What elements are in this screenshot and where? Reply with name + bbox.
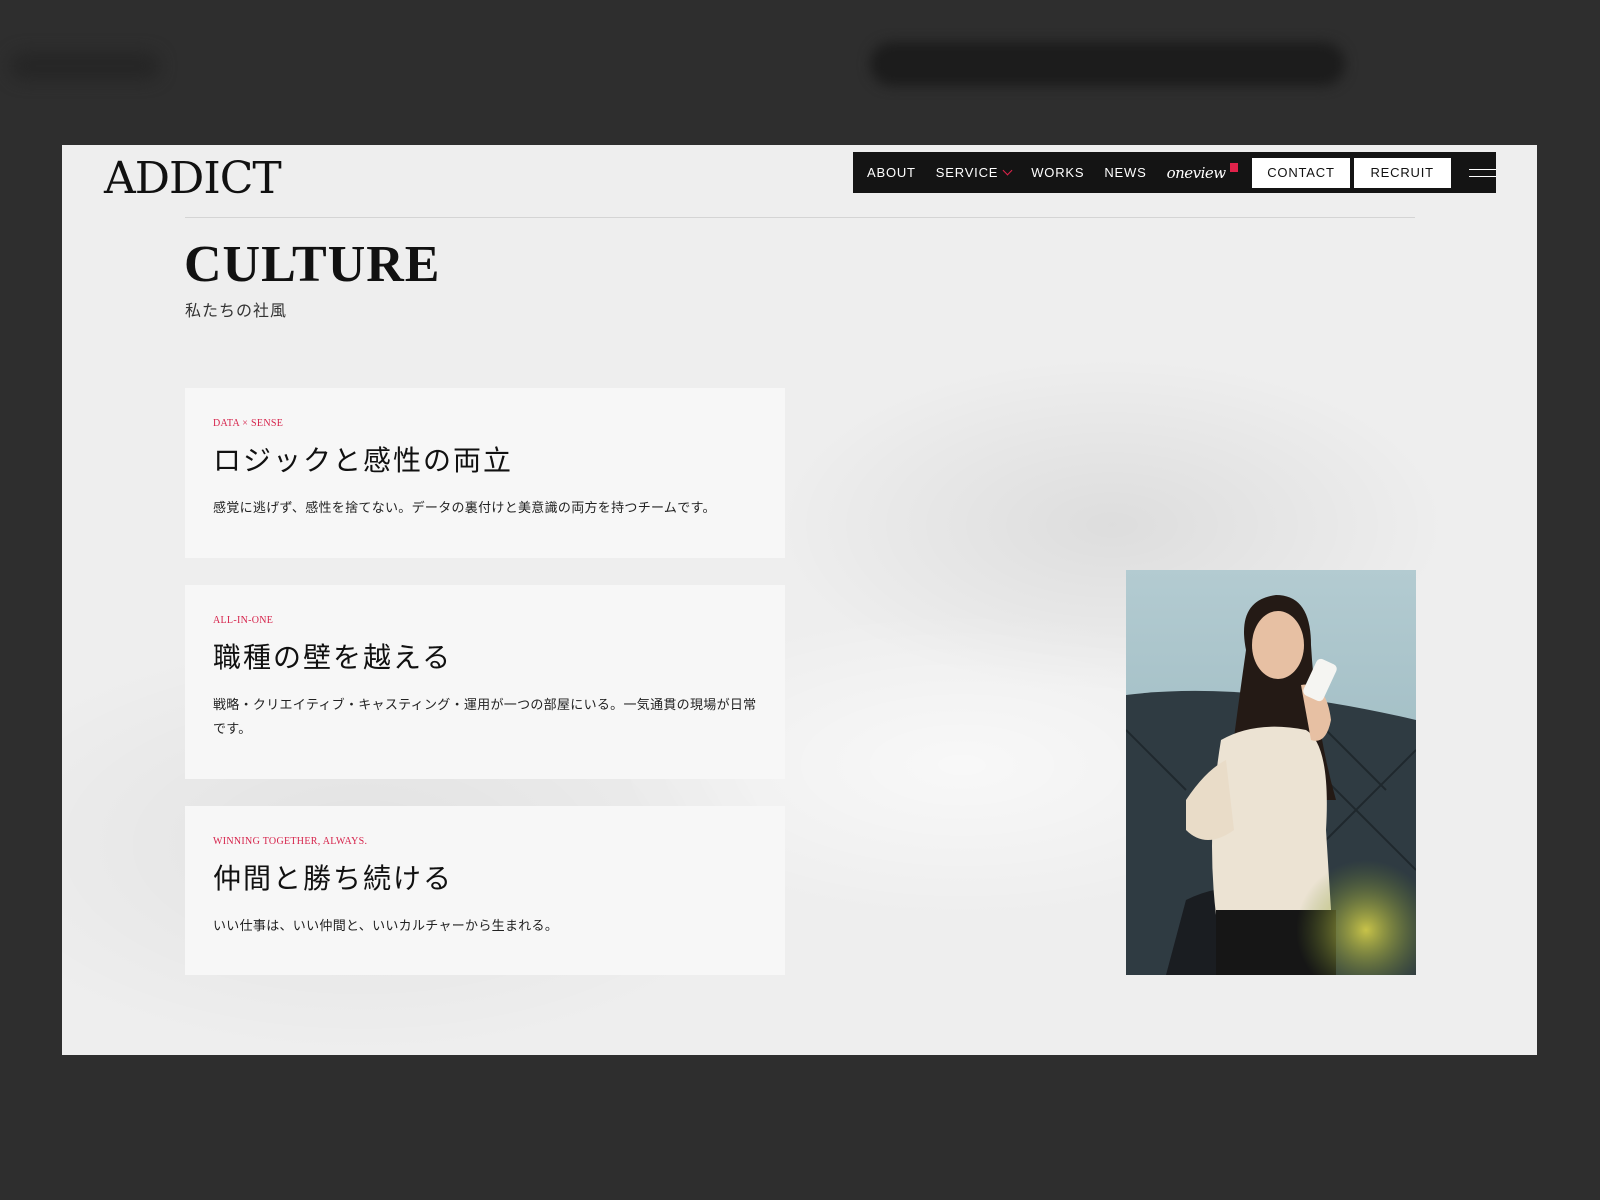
- nav-about[interactable]: ABOUT: [867, 165, 916, 180]
- nav-service[interactable]: SERVICE: [935, 165, 1013, 180]
- card-tag: DATA × SENSE: [213, 418, 284, 429]
- nav-works[interactable]: WORKS: [1031, 165, 1084, 180]
- culture-photo: [1126, 570, 1416, 975]
- card-tag: ALL-IN-ONE: [213, 615, 274, 626]
- card-heading: 職種の壁を越える: [213, 641, 453, 674]
- culture-card: DATA × SENSE ロジックと感性の両立 感覚に逃げず、感性を捨てない。デ…: [185, 388, 785, 558]
- nav-oneview[interactable]: oneview: [1167, 164, 1227, 182]
- section-subtitle: 私たちの社風: [185, 301, 288, 320]
- nav-service-label: SERVICE: [935, 165, 999, 180]
- card-heading: 仲間と勝ち続ける: [213, 862, 454, 895]
- card-body: いい仕事は、いい仲間と、いいカルチャーから生まれる。: [213, 919, 559, 934]
- nav-news[interactable]: NEWS: [1104, 165, 1146, 180]
- card-body: 感覚に逃げず、感性を捨てない。データの裏付けと美意識の両方を持つチームです。: [213, 501, 716, 516]
- site-logo[interactable]: ADDICT: [104, 153, 282, 204]
- red-square-icon: [1229, 163, 1239, 172]
- recruit-button[interactable]: RECRUIT: [1353, 157, 1451, 188]
- contact-button[interactable]: CONTACT: [1252, 157, 1350, 188]
- main-nav: ABOUT SERVICE WORKS NEWS oneview CONTACT…: [853, 152, 1496, 193]
- section-title: CULTURE: [184, 236, 441, 293]
- card-body: 戦略・クリエイティブ・キャスティング・運用が一つの部屋にいる。一気通貫の現場が日…: [213, 698, 757, 737]
- culture-card: WINNING TOGETHER, ALWAYS. 仲間と勝ち続ける いい仕事は…: [185, 806, 785, 975]
- backdrop-blur: [870, 42, 1345, 86]
- card-tag: WINNING TOGETHER, ALWAYS.: [213, 836, 368, 847]
- page-frame: ADDICT ABOUT SERVICE WORKS NEWS oneview …: [62, 145, 1537, 1055]
- photo-illustration: [1126, 570, 1416, 975]
- hamburger-menu-icon[interactable]: [1468, 168, 1496, 177]
- backdrop-blur: [10, 52, 160, 80]
- chevron-down-icon: [1002, 165, 1013, 176]
- card-heading: ロジックと感性の両立: [213, 444, 514, 477]
- culture-card: ALL-IN-ONE 職種の壁を越える 戦略・クリエイティブ・キャスティング・運…: [185, 585, 785, 779]
- header-divider: [185, 217, 1415, 218]
